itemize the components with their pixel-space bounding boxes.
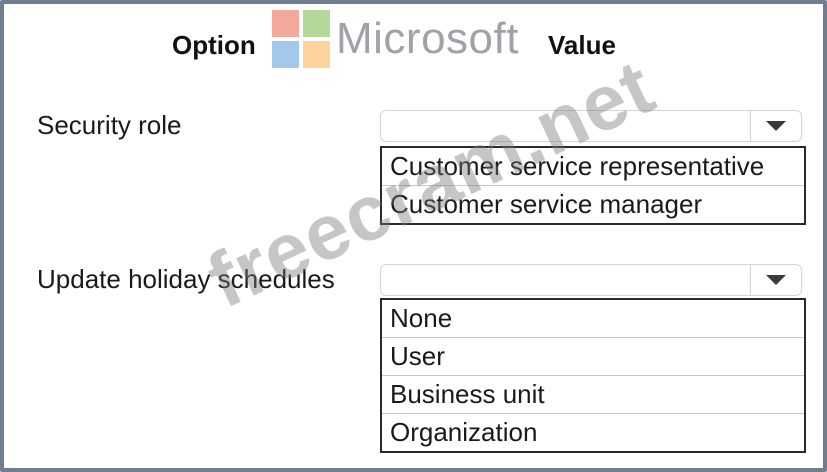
holiday-schedules-option[interactable]: None [382, 300, 804, 338]
chevron-down-icon [766, 121, 786, 131]
holiday-schedules-option[interactable]: User [382, 338, 804, 376]
holiday-schedules-option[interactable]: Business unit [382, 376, 804, 414]
chevron-down-icon [766, 275, 786, 285]
holiday-schedules-dropdown-button[interactable] [750, 265, 801, 295]
holiday-schedules-options-list: None User Business unit Organization [380, 298, 806, 453]
holiday-schedules-dropdown[interactable] [380, 264, 802, 296]
option-column-header: Option [172, 30, 256, 60]
security-role-dropdown-button[interactable] [750, 111, 801, 141]
security-role-label: Security role [37, 110, 182, 140]
question-frame: Option Microsoft Value Security role Cus… [0, 0, 827, 472]
holiday-schedules-option[interactable]: Organization [382, 414, 804, 451]
microsoft-brand-text: Microsoft [336, 14, 519, 63]
microsoft-logo-icon [272, 10, 330, 68]
